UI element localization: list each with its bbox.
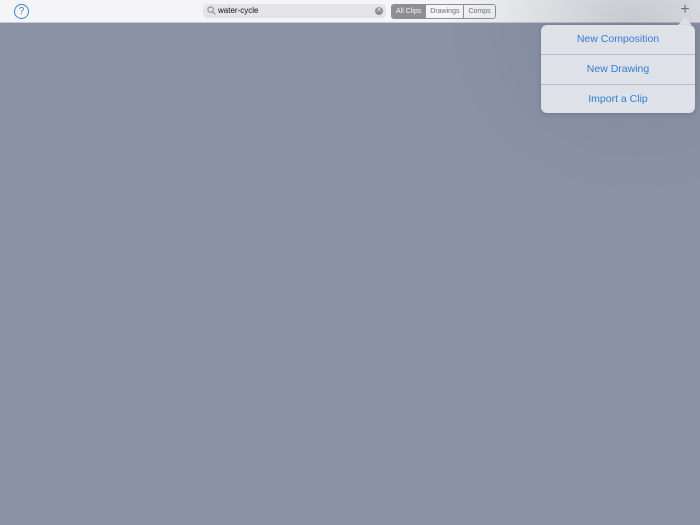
filter-segmented-control: All Clips Drawings Comps [391, 4, 496, 19]
add-menu-popover: New Composition New Drawing Import a Cli… [541, 25, 695, 113]
menu-item-new-drawing[interactable]: New Drawing [541, 55, 695, 85]
help-icon[interactable]: ? [14, 4, 29, 19]
tab-comps[interactable]: Comps [463, 5, 495, 18]
tab-drawings[interactable]: Drawings [425, 5, 464, 18]
popover-arrow [678, 18, 692, 25]
add-plus-icon[interactable]: + [678, 2, 692, 18]
search-icon [207, 6, 216, 15]
search-input[interactable] [218, 4, 368, 18]
menu-item-import-clip[interactable]: Import a Clip [541, 85, 695, 113]
search-field[interactable]: ✕ [203, 4, 386, 18]
top-toolbar: ? ✕ All Clips Drawings Comps + [0, 0, 700, 23]
tab-all-clips[interactable]: All Clips [392, 5, 426, 18]
clear-search-icon[interactable]: ✕ [375, 7, 383, 15]
menu-item-new-composition[interactable]: New Composition [541, 25, 695, 55]
